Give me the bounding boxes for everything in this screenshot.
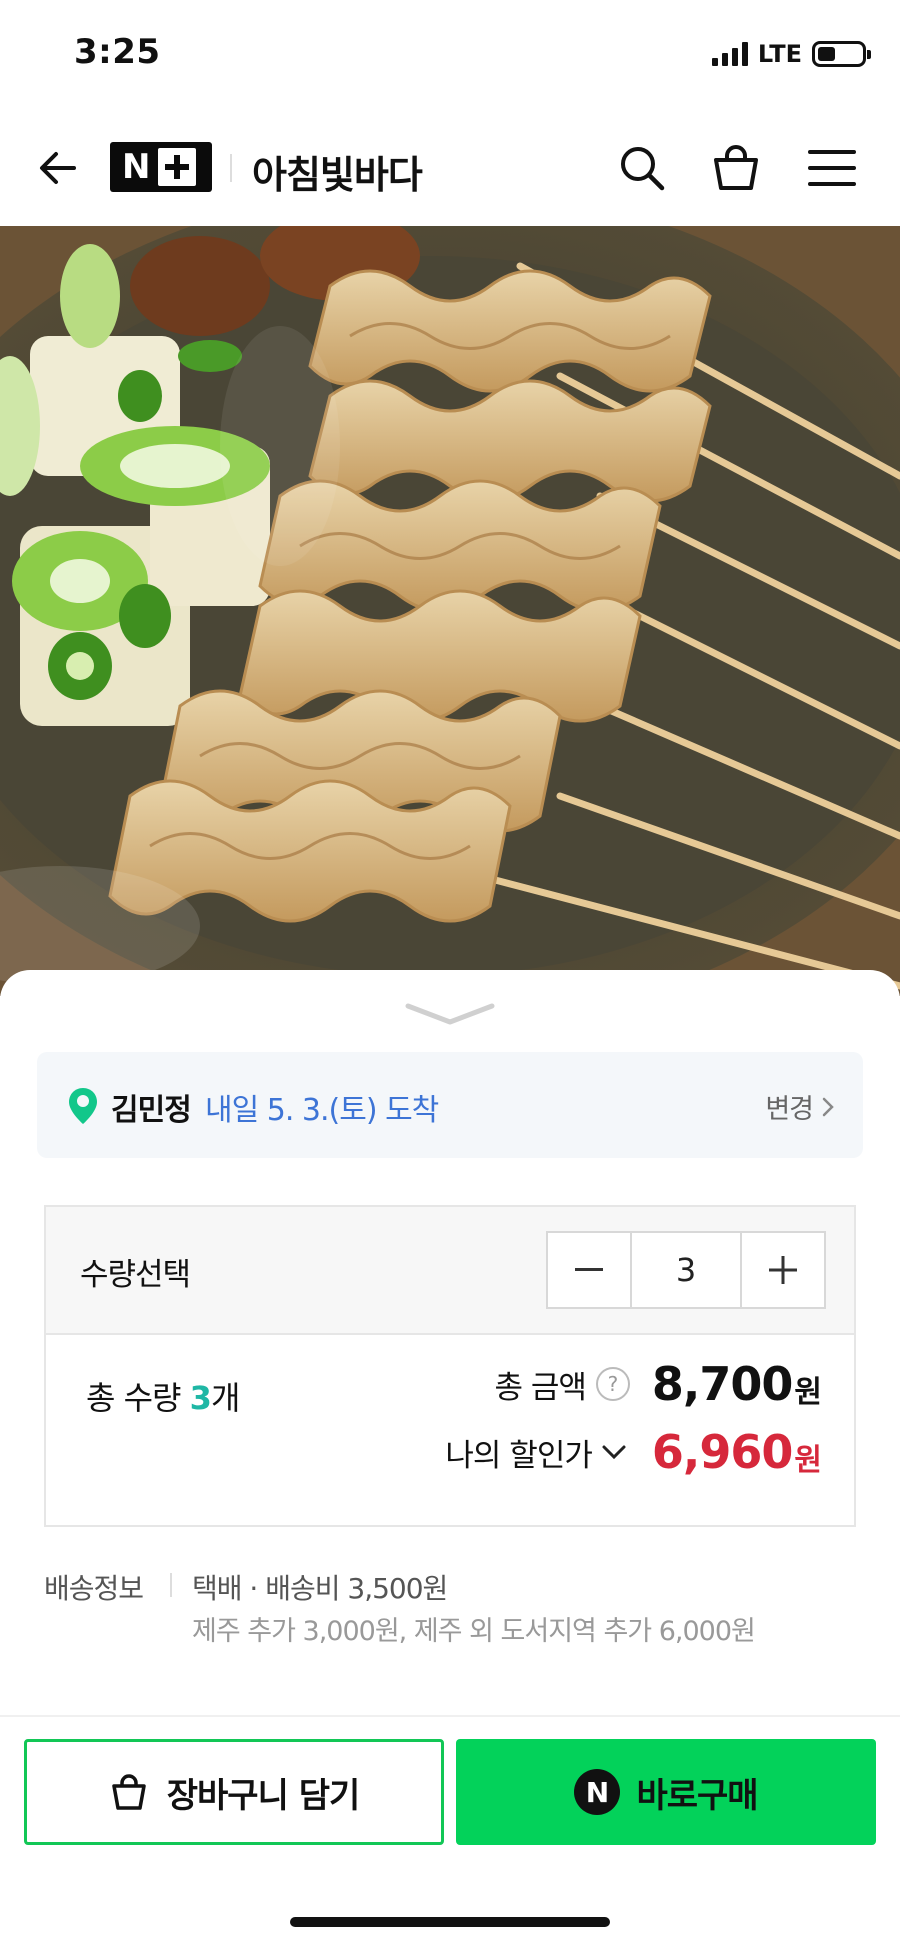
naver-pay-icon: N xyxy=(574,1769,621,1815)
search-button[interactable] xyxy=(612,138,672,198)
header-divider xyxy=(230,154,232,182)
total-qty-number: 3 xyxy=(189,1379,212,1417)
store-name[interactable]: 아침빛바다 xyxy=(252,144,423,199)
buy-now-label: 바로구매 xyxy=(636,1775,758,1816)
discount-label: 나의 할인가 xyxy=(445,1437,592,1474)
quantity-label: 수량선택 xyxy=(80,1257,191,1293)
collapse-handle[interactable] xyxy=(404,1000,496,1026)
total-quantity: 총 수량 3개 xyxy=(86,1373,240,1419)
menu-icon xyxy=(808,150,856,186)
naver-plus-logo[interactable]: N xyxy=(110,142,212,192)
total-price-label: 총 금액 xyxy=(494,1369,586,1406)
plus-icon xyxy=(769,1256,797,1284)
bottom-action-bar: 장바구니 담기 N 바로구매 xyxy=(0,1715,900,1948)
discount-price-value: 6,960 xyxy=(651,1425,794,1479)
status-indicators: LTE xyxy=(711,40,871,68)
increase-button[interactable] xyxy=(742,1233,824,1307)
cart-button[interactable] xyxy=(706,138,766,198)
change-address-link[interactable]: 변경 xyxy=(765,1087,835,1126)
shipping-extra: 제주 추가 3,000원, 제주 외 도서지역 추가 6,000원 xyxy=(192,1616,756,1647)
chevron-down-icon xyxy=(598,1436,630,1468)
arrival-date: 내일 5. 3.(토) 도착 xyxy=(205,1093,439,1128)
product-photo xyxy=(0,226,900,996)
quantity-value[interactable]: 3 xyxy=(630,1233,742,1307)
product-page: 3:25 LTE N 아침빛바다 김민정 내일 5. 3.(토) 도착 변경 수… xyxy=(0,0,900,1948)
recipient-name: 김민정 xyxy=(111,1093,192,1128)
battery-fill xyxy=(818,47,835,61)
discount-price-row[interactable]: 나의 할인가 6,960 원 xyxy=(445,1425,822,1479)
minus-icon xyxy=(575,1268,603,1271)
network-label: LTE xyxy=(757,40,802,68)
add-to-cart-label: 장바구니 담기 xyxy=(166,1775,361,1816)
back-button[interactable] xyxy=(30,140,86,196)
delivery-info: 김민정 내일 5. 3.(토) 도착 변경 xyxy=(37,1052,863,1158)
product-image xyxy=(0,226,900,996)
quantity-stepper: 3 xyxy=(546,1231,826,1309)
discount-price-unit: 원 xyxy=(794,1443,822,1478)
search-icon xyxy=(621,147,665,191)
top-nav: N 아침빛바다 xyxy=(0,110,900,226)
status-bar: 3:25 LTE xyxy=(0,0,900,110)
shopping-bag-icon xyxy=(111,1774,146,1810)
signal-icon xyxy=(711,42,748,66)
total-price-row: 총 금액 ? 8,700 원 xyxy=(494,1357,822,1411)
location-pin-icon xyxy=(69,1088,97,1124)
total-price-value: 8,700 xyxy=(651,1357,794,1411)
buy-now-button[interactable]: N 바로구매 xyxy=(456,1739,876,1845)
chevron-right-icon xyxy=(822,1097,834,1116)
menu-button[interactable] xyxy=(802,138,862,198)
quantity-panel: 수량선택 3 총 수량 3개 총 금액 ? 8,700 원 나의 할인가 6,9… xyxy=(44,1205,856,1527)
chevron-down-icon xyxy=(405,1003,495,1025)
total-price-unit: 원 xyxy=(794,1375,822,1410)
status-time: 3:25 xyxy=(74,32,161,72)
shipping-divider xyxy=(170,1573,172,1597)
shopping-bag-icon xyxy=(714,145,758,190)
quantity-selector-row: 수량선택 3 xyxy=(46,1207,854,1335)
shipping-main: 택배 · 배송비 3,500원 xyxy=(192,1572,448,1605)
decrease-button[interactable] xyxy=(548,1233,630,1307)
home-indicator[interactable] xyxy=(290,1917,610,1927)
shipping-label: 배송정보 xyxy=(44,1572,144,1605)
total-qty-suffix: 개 xyxy=(210,1379,240,1417)
help-icon[interactable]: ? xyxy=(595,1367,630,1401)
change-label: 변경 xyxy=(765,1094,814,1125)
back-arrow-icon xyxy=(40,152,76,184)
total-qty-prefix: 총 수량 xyxy=(86,1379,190,1417)
add-to-cart-button[interactable]: 장바구니 담기 xyxy=(24,1739,444,1845)
battery-icon xyxy=(812,41,871,67)
